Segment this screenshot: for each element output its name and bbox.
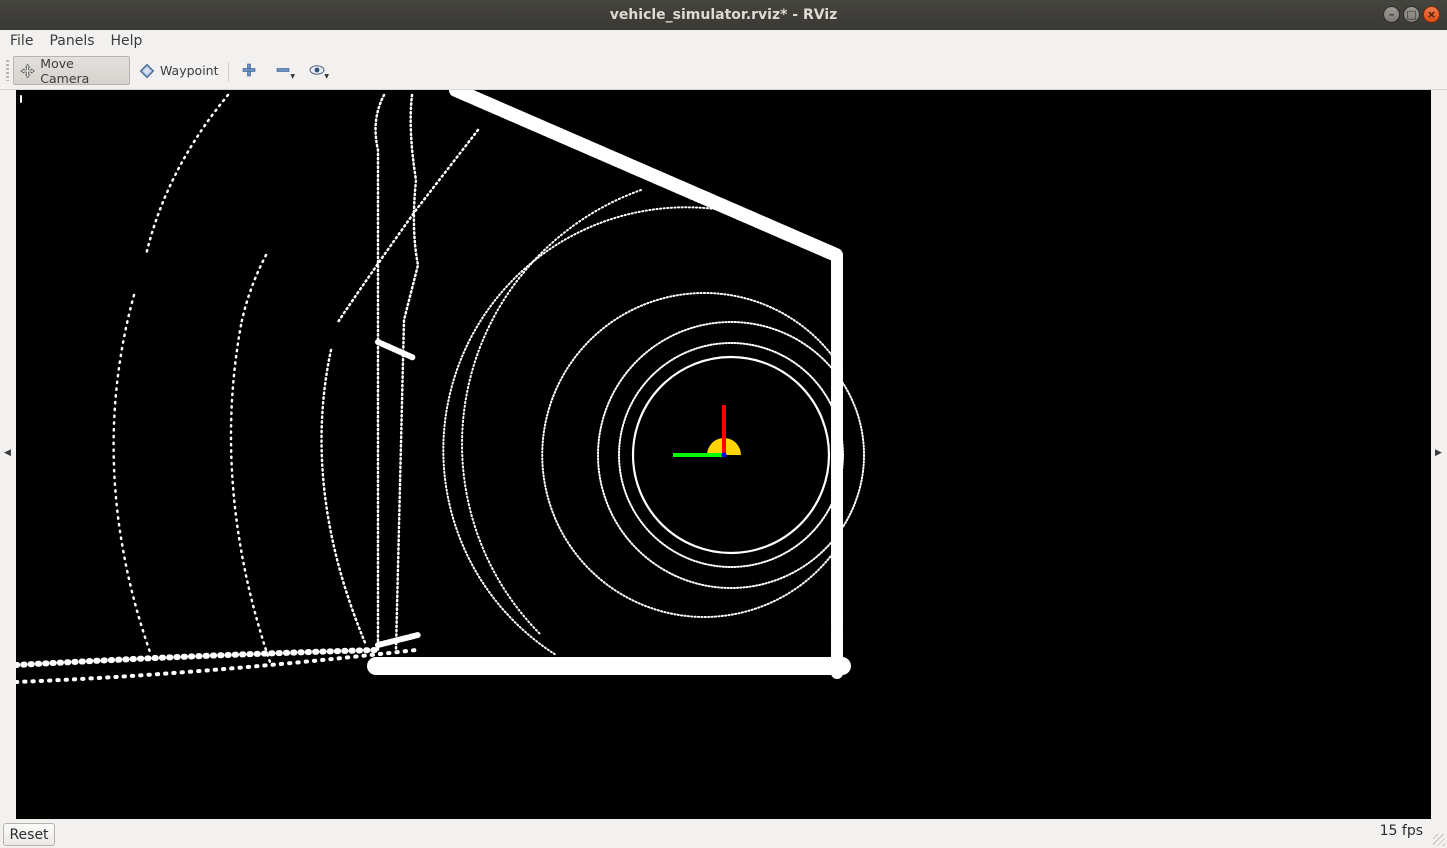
- add-tool-icon: [242, 63, 256, 77]
- point-structure: [112, 293, 153, 657]
- resize-grip[interactable]: [1433, 834, 1445, 846]
- view-button[interactable]: ▼: [305, 58, 329, 82]
- lidar-ring: [461, 189, 642, 636]
- left-dock-strip: ◀: [0, 90, 16, 819]
- menu-bar: File Panels Help: [0, 30, 1447, 52]
- maximize-button[interactable]: □: [1403, 6, 1420, 23]
- 3d-render-viewport[interactable]: [16, 90, 1431, 819]
- lidar-ring: [442, 206, 817, 656]
- close-button[interactable]: ×: [1423, 6, 1440, 23]
- waypoint-label: Waypoint: [160, 63, 219, 78]
- axis-z-blue: [721, 452, 727, 458]
- point-structure: [16, 647, 379, 668]
- remove-tool-icon: [276, 68, 290, 72]
- point-structure: [239, 253, 268, 327]
- minimize-button[interactable]: –: [1383, 6, 1400, 23]
- point-structure: [320, 348, 368, 647]
- toolbar-grip[interactable]: [6, 60, 9, 81]
- menu-file[interactable]: File: [0, 33, 39, 49]
- add-tool-button[interactable]: [237, 58, 261, 82]
- remove-tool-button[interactable]: ▼: [271, 58, 295, 82]
- expand-left-panel-icon[interactable]: ◀: [4, 448, 11, 458]
- move-camera-label: Move Camera: [40, 55, 90, 86]
- chevron-down-icon: ▼: [324, 73, 329, 80]
- point-structure: [375, 632, 421, 648]
- expand-right-panel-icon[interactable]: ▶: [1435, 448, 1442, 458]
- window-title-bar: vehicle_simulator.rviz* - RViz – □ ×: [0, 0, 1447, 30]
- reset-button[interactable]: Reset: [3, 823, 55, 846]
- fps-counter: 15 fps: [1379, 823, 1423, 839]
- waypoint-icon: [139, 63, 155, 78]
- point-cloud-render: [16, 90, 865, 684]
- waypoint-button[interactable]: Waypoint: [133, 56, 225, 85]
- window-controls: – □ ×: [1383, 6, 1440, 23]
- right-dock-strip: ▶: [1431, 90, 1447, 819]
- chevron-down-icon: ▼: [290, 73, 295, 80]
- window-title: vehicle_simulator.rviz* - RViz: [609, 7, 838, 23]
- view-icon: [309, 65, 325, 75]
- move-camera-button[interactable]: Move Camera: [13, 55, 130, 86]
- point-structure: [336, 128, 480, 324]
- point-structure: [144, 93, 230, 257]
- point-structure: [374, 93, 386, 652]
- point-structure: [229, 323, 273, 667]
- menu-panels[interactable]: Panels: [39, 33, 100, 49]
- point-structure: [394, 93, 420, 652]
- wall-edge: [449, 90, 843, 262]
- point-structure: [375, 339, 417, 361]
- tool-bar: Move Camera Waypoint ▼ ▼: [0, 52, 1447, 90]
- move-camera-icon: [20, 63, 36, 78]
- status-bar: Reset 15 fps: [0, 819, 1447, 848]
- menu-help[interactable]: Help: [101, 33, 149, 49]
- toolbar-separator: [228, 62, 229, 82]
